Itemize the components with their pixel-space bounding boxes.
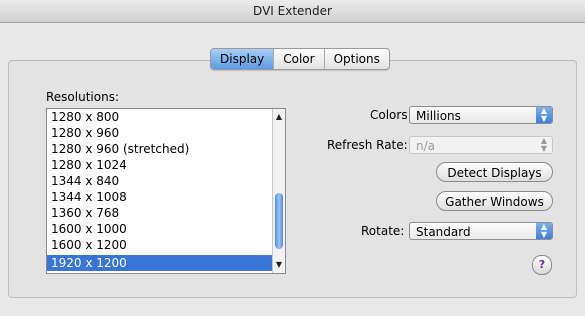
refresh-rate-label: Refresh Rate: bbox=[327, 138, 408, 152]
up-down-arrows-icon: ▲ ▼ bbox=[536, 223, 552, 239]
list-item[interactable]: 1344 x 1008 bbox=[47, 189, 275, 205]
list-item[interactable]: 1280 x 960 bbox=[47, 125, 275, 141]
colors-label: Colors: bbox=[370, 108, 412, 122]
refresh-rate-value: n/a bbox=[416, 139, 436, 153]
up-down-arrows-icon: ▲ ▼ bbox=[536, 137, 552, 153]
list-item[interactable]: 1360 x 768 bbox=[47, 205, 275, 221]
list-item[interactable]: 1600 x 1000 bbox=[47, 221, 275, 237]
colors-popup[interactable]: Millions ▲ ▼ bbox=[409, 106, 553, 124]
resolutions-list[interactable]: 1280 x 800 1280 x 960 1280 x 960 (stretc… bbox=[46, 108, 286, 274]
list-item[interactable]: 1280 x 800 bbox=[47, 109, 275, 125]
rotate-popup[interactable]: Standard ▲ ▼ bbox=[409, 222, 553, 240]
scroll-thumb[interactable] bbox=[275, 193, 283, 249]
colors-value: Millions bbox=[416, 109, 461, 123]
list-item[interactable]: 1600 x 1200 bbox=[47, 237, 275, 253]
tab-bar: Display Color Options bbox=[210, 48, 390, 70]
help-icon[interactable]: ? bbox=[532, 255, 552, 275]
list-item-selected[interactable]: 1920 x 1200 bbox=[47, 255, 275, 271]
window: DVI Extender Display Color Options Resol… bbox=[0, 0, 585, 316]
gather-windows-button[interactable]: Gather Windows bbox=[436, 191, 553, 211]
resolutions-label: Resolutions: bbox=[46, 90, 119, 104]
rotate-label: Rotate: bbox=[361, 224, 405, 238]
window-title: DVI Extender bbox=[253, 4, 332, 18]
list-item[interactable]: 1344 x 840 bbox=[47, 173, 275, 189]
tab-options[interactable]: Options bbox=[325, 49, 389, 69]
list-item[interactable]: 1280 x 960 (stretched) bbox=[47, 141, 275, 157]
list-item[interactable]: 1280 x 1024 bbox=[47, 157, 275, 173]
scroll-down-arrow-icon[interactable]: ▼ bbox=[273, 259, 285, 271]
scrollbar[interactable]: ▲ ▼ bbox=[272, 109, 285, 273]
tab-color[interactable]: Color bbox=[274, 49, 325, 69]
rotate-value: Standard bbox=[416, 225, 471, 239]
up-down-arrows-icon: ▲ ▼ bbox=[536, 107, 552, 123]
scroll-up-arrow-icon[interactable]: ▲ bbox=[273, 111, 285, 123]
tab-display[interactable]: Display bbox=[211, 49, 275, 69]
detect-displays-button[interactable]: Detect Displays bbox=[436, 162, 553, 182]
refresh-rate-popup: n/a ▲ ▼ bbox=[409, 136, 553, 154]
title-bar[interactable]: DVI Extender bbox=[0, 0, 585, 23]
